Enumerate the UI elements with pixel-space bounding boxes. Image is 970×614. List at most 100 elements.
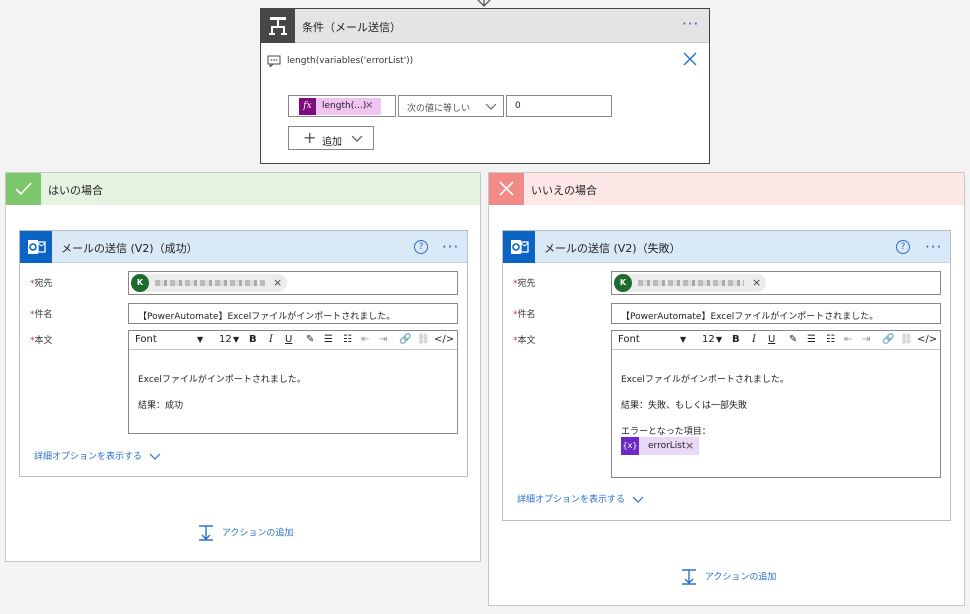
remove-token-icon[interactable]: × <box>365 100 373 111</box>
show-advanced-options-link[interactable]: 詳細オプションを表示する <box>34 449 161 462</box>
subject-label: *件名 <box>513 310 536 320</box>
recipient-name-redacted <box>155 280 265 286</box>
bold-icon[interactable]: B <box>249 334 257 345</box>
comment-icon[interactable] <box>267 55 281 67</box>
bold-icon[interactable]: B <box>732 334 740 345</box>
plus-icon: + <box>303 128 317 147</box>
chevron-down-icon[interactable]: ▼ <box>197 335 203 344</box>
add-action-button[interactable]: アクションの追加 <box>197 524 293 542</box>
expression-token[interactable]: fx length(...) × <box>299 98 381 115</box>
condition-header[interactable]: 条件（メール送信） ··· <box>261 9 709 43</box>
subject-field[interactable]: 【PowerAutomate】Excelファイルがインポートされました。 <box>128 303 458 324</box>
dynamic-content-token[interactable]: {x} errorList × <box>621 437 699 455</box>
x-mark-icon <box>489 173 524 205</box>
close-icon[interactable] <box>683 52 697 66</box>
condition-title: 条件（メール送信） <box>302 21 401 34</box>
italic-icon[interactable]: I <box>269 334 273 345</box>
no-branch-title: いいえの場合 <box>531 184 597 197</box>
email-card-more-button[interactable]: ··· <box>442 240 459 255</box>
body-label: *本文 <box>30 336 53 346</box>
outlook-icon <box>503 231 535 263</box>
yes-branch-header[interactable]: はいの場合 <box>6 173 480 205</box>
chevron-down-icon <box>149 453 161 460</box>
condition-expression-comment: length(variables('errorList')) <box>287 56 414 66</box>
body-text: 結果：成功 <box>138 401 184 411</box>
condition-right-operand[interactable]: 0 <box>506 95 612 117</box>
unlink-icon[interactable]: ⛓ <box>900 334 913 345</box>
condition-icon <box>261 9 295 43</box>
body-editor[interactable]: Font ▼ 12 ▼ B I U ✎ ☰ ☷ ⇤ ⇥ 🔗 ⛓ </> Exce… <box>128 330 458 434</box>
body-editor[interactable]: Font ▼ 12 ▼ B I U ✎ ☰ ☷ ⇤ ⇥ 🔗 ⛓ </> Exce… <box>611 330 941 478</box>
condition-operator-select[interactable]: 次の値に等しい <box>398 95 504 117</box>
font-select[interactable]: Font <box>135 334 157 345</box>
increase-indent-icon[interactable]: ⇥ <box>379 334 387 345</box>
email-card-title: メールの送信 (V2)（成功） <box>61 242 198 255</box>
email-card-header[interactable]: メールの送信 (V2)（成功） ? ··· <box>20 231 467 263</box>
subject-label: *件名 <box>30 310 53 320</box>
font-size-select[interactable]: 12 <box>219 334 232 345</box>
check-icon <box>6 173 41 205</box>
code-view-icon[interactable]: </> <box>917 334 937 345</box>
unlink-icon[interactable]: ⛓ <box>417 334 430 345</box>
to-field[interactable]: K × <box>611 271 941 295</box>
link-icon[interactable]: 🔗 <box>882 334 894 345</box>
email-card-more-button[interactable]: ··· <box>925 240 942 255</box>
email-card-header[interactable]: メールの送信 (V2)（失敗） ? ··· <box>503 231 950 263</box>
recipient-name-redacted <box>638 280 744 286</box>
chevron-down-icon <box>351 135 363 142</box>
show-advanced-options-link[interactable]: 詳細オプションを表示する <box>517 492 644 505</box>
email-card-title: メールの送信 (V2)（失敗） <box>544 242 681 255</box>
increase-indent-icon[interactable]: ⇥ <box>862 334 870 345</box>
no-branch-header[interactable]: いいえの場合 <box>489 173 964 205</box>
remove-recipient-icon[interactable]: × <box>752 276 761 289</box>
chevron-down-icon[interactable]: ▼ <box>680 335 686 344</box>
no-branch: いいえの場合 メールの送信 (V2)（失敗） ? ··· *宛先 K × *件名… <box>488 172 965 606</box>
bulleted-list-icon[interactable]: ☰ <box>807 334 816 345</box>
remove-token-icon[interactable]: × <box>685 439 694 452</box>
font-size-select[interactable]: 12 <box>702 334 715 345</box>
to-label: *宛先 <box>513 279 536 289</box>
send-email-success-card: メールの送信 (V2)（成功） ? ··· *宛先 K × *件名 【Power… <box>19 230 468 477</box>
highlight-pen-icon[interactable]: ✎ <box>306 334 314 345</box>
outlook-icon <box>20 231 52 263</box>
decrease-indent-icon[interactable]: ⇤ <box>844 334 852 345</box>
body-text: Excelファイルがインポートされました。 <box>138 375 306 385</box>
variable-icon: {x} <box>621 437 639 455</box>
recipient-chip[interactable]: K × <box>131 274 287 292</box>
underline-icon[interactable]: U <box>768 334 775 345</box>
add-condition-button[interactable]: + 追加 <box>288 126 374 150</box>
italic-icon[interactable]: I <box>752 334 756 345</box>
add-action-icon <box>682 569 696 585</box>
help-icon[interactable]: ? <box>414 240 428 254</box>
subject-field[interactable]: 【PowerAutomate】Excelファイルがインポートされました。 <box>611 303 941 324</box>
rich-text-toolbar: Font ▼ 12 ▼ B I U ✎ ☰ ☷ ⇤ ⇥ 🔗 ⛓ </> <box>612 331 940 350</box>
code-view-icon[interactable]: </> <box>434 334 454 345</box>
chevron-down-icon[interactable]: ▼ <box>716 335 722 344</box>
to-field[interactable]: K × <box>128 271 458 295</box>
avatar: K <box>131 274 149 292</box>
help-icon[interactable]: ? <box>896 240 910 254</box>
yes-branch: はいの場合 メールの送信 (V2)（成功） ? ··· *宛先 K × *件名 … <box>5 172 481 562</box>
link-icon[interactable]: 🔗 <box>399 334 411 345</box>
numbered-list-icon[interactable]: ☷ <box>343 334 352 345</box>
underline-icon[interactable]: U <box>285 334 292 345</box>
rich-text-toolbar: Font ▼ 12 ▼ B I U ✎ ☰ ☷ ⇤ ⇥ 🔗 ⛓ </> <box>129 331 457 350</box>
chevron-down-icon[interactable]: ▼ <box>233 335 239 344</box>
body-text: 結果：失敗、もしくは一部失敗 <box>621 401 748 411</box>
avatar: K <box>614 274 632 292</box>
highlight-pen-icon[interactable]: ✎ <box>789 334 797 345</box>
recipient-chip[interactable]: K × <box>614 274 766 292</box>
numbered-list-icon[interactable]: ☷ <box>826 334 835 345</box>
condition-left-operand[interactable]: fx length(...) × <box>288 95 396 117</box>
send-email-failure-card: メールの送信 (V2)（失敗） ? ··· *宛先 K × *件名 【Power… <box>502 230 951 521</box>
fx-icon: fx <box>299 98 316 115</box>
bulleted-list-icon[interactable]: ☰ <box>324 334 333 345</box>
condition-more-button[interactable]: ··· <box>682 17 699 32</box>
add-action-button[interactable]: アクションの追加 <box>680 568 776 586</box>
decrease-indent-icon[interactable]: ⇤ <box>361 334 369 345</box>
remove-recipient-icon[interactable]: × <box>273 276 282 289</box>
font-select[interactable]: Font <box>618 334 640 345</box>
to-label: *宛先 <box>30 279 53 289</box>
body-text: Excelファイルがインポートされました。 <box>621 375 789 385</box>
condition-card: 条件（メール送信） ··· length(variables('errorLis… <box>260 8 710 164</box>
